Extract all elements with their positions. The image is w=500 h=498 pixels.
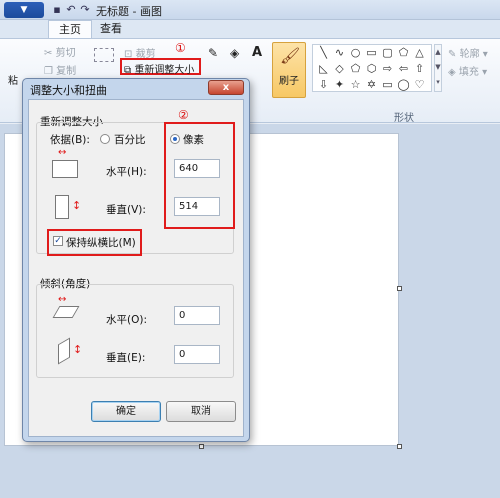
skew-vertical-label: 垂直(E): — [106, 352, 146, 364]
redo-icon[interactable]: ↷ — [78, 3, 92, 17]
heart-shape-icon[interactable]: ♡ — [412, 77, 427, 92]
pentagon-shape-icon[interactable]: ⬠ — [348, 61, 363, 76]
save-icon[interactable]: ▪ — [50, 3, 64, 17]
fill-icon: ◈ — [448, 67, 456, 78]
rounded-rect-shape-icon[interactable]: ▢ — [380, 45, 395, 60]
cut-button[interactable]: ✂ 剪切 — [44, 44, 76, 59]
down-arrow-shape-icon[interactable]: ⇩ — [316, 77, 331, 92]
up-arrow-shape-icon[interactable]: ⇧ — [412, 61, 427, 76]
percent-radio[interactable] — [100, 134, 110, 144]
select-icon[interactable] — [94, 48, 114, 62]
annotation-step-2: ② — [178, 108, 189, 122]
horizontal-resize-icon — [52, 160, 78, 178]
triangle-shape-icon[interactable]: △ — [412, 45, 427, 60]
copy-label: 复制 — [56, 66, 77, 77]
diamond-shape-icon[interactable]: ◇ — [332, 61, 347, 76]
callout-shape-icon[interactable]: ▭ — [380, 77, 395, 92]
horizontal-input[interactable]: 640 — [174, 159, 220, 178]
copy-button[interactable]: ❐ 复制 — [44, 62, 76, 77]
resize-label: 重新调整大小 — [134, 65, 195, 76]
dialog-title: 调整大小和扭曲 — [30, 84, 107, 97]
percent-label: 百分比 — [114, 134, 146, 146]
horizontal-arrow-icon: ↔ — [58, 147, 67, 158]
vertical-resize-icon — [55, 195, 69, 219]
polygon-shape-icon[interactable]: ⬠ — [396, 45, 411, 60]
skew-horizontal-label: 水平(O): — [106, 314, 147, 326]
five-point-star-icon[interactable]: ☆ — [348, 77, 363, 92]
left-arrow-shape-icon[interactable]: ⇦ — [396, 61, 411, 76]
canvas-resize-handle-right[interactable] — [397, 286, 402, 291]
cut-label: 剪切 — [55, 48, 76, 59]
pencil-icon[interactable]: ✎ — [208, 46, 218, 60]
shapes-group-label: 形状 — [394, 113, 414, 124]
cancel-button[interactable]: 取消 — [166, 401, 236, 422]
vertical-arrow-icon: ↕ — [72, 199, 82, 212]
brush-icon: 🖌 — [280, 46, 301, 65]
six-point-star-icon[interactable]: ✡ — [364, 77, 379, 92]
skew-vertical-arrow-icon: ↕ — [73, 343, 83, 356]
rectangle-shape-icon[interactable]: ▭ — [364, 45, 379, 60]
app-menu-button[interactable]: ▼ — [4, 2, 44, 18]
curve-shape-icon[interactable]: ∿ — [332, 45, 347, 60]
resize-icon: ⧉ — [124, 65, 132, 76]
fill-label: 填充 — [458, 67, 479, 78]
oval-callout-icon[interactable]: ◯ — [396, 77, 411, 92]
scissors-icon: ✂ — [44, 48, 53, 59]
keep-ratio-label: 保持纵横比(M) — [66, 237, 136, 249]
skew-horizontal-input[interactable]: 0 — [174, 306, 220, 325]
outline-icon: ✎ — [448, 49, 457, 60]
canvas-resize-handle-bottom[interactable] — [199, 444, 204, 449]
by-label: 依据(B): — [50, 134, 90, 146]
horizontal-label: 水平(H): — [106, 166, 147, 178]
line-shape-icon[interactable]: ╲ — [316, 45, 331, 60]
hexagon-shape-icon[interactable]: ⬡ — [364, 61, 379, 76]
four-point-star-icon[interactable]: ✦ — [332, 77, 347, 92]
outline-button[interactable]: ✎ 轮廓 ▾ — [448, 45, 488, 60]
paste-button[interactable]: 粘 — [8, 72, 18, 87]
oval-shape-icon[interactable]: ○ — [348, 45, 363, 60]
ok-button[interactable]: 确定 — [91, 401, 161, 422]
right-triangle-shape-icon[interactable]: ◺ — [316, 61, 331, 76]
tab-home[interactable]: 主页 — [48, 20, 92, 38]
window-title: 无标题 - 画图 — [96, 5, 162, 18]
keep-ratio-checkbox[interactable]: ✓ — [53, 236, 63, 246]
outline-label: 轮廓 — [459, 49, 480, 60]
resize-button[interactable]: ⧉ 重新调整大小 — [124, 61, 194, 76]
shapes-scroll-arrows[interactable]: ▲ ▼ ▾ — [434, 44, 442, 92]
fill-bucket-icon[interactable]: ◈ — [230, 46, 239, 60]
undo-icon[interactable]: ↶ — [64, 3, 78, 17]
dialog-close-button[interactable]: x — [208, 80, 244, 95]
skew-vertical-input[interactable]: 0 — [174, 345, 220, 364]
brush-label: 刷子 — [279, 76, 299, 87]
tab-view[interactable]: 查看 — [90, 20, 132, 38]
vertical-label: 垂直(V): — [106, 204, 146, 216]
text-tool-icon[interactable]: A — [252, 45, 262, 60]
canvas-resize-handle-corner[interactable] — [397, 444, 402, 449]
annotation-step-1: ① — [175, 41, 186, 55]
right-arrow-shape-icon[interactable]: ⇨ — [380, 61, 395, 76]
vertical-input[interactable]: 514 — [174, 197, 220, 216]
skew-horizontal-arrow-icon: ↔ — [58, 294, 67, 305]
copy-icon: ❐ — [44, 66, 53, 77]
fill-button[interactable]: ◈ 填充 ▾ — [448, 63, 487, 78]
